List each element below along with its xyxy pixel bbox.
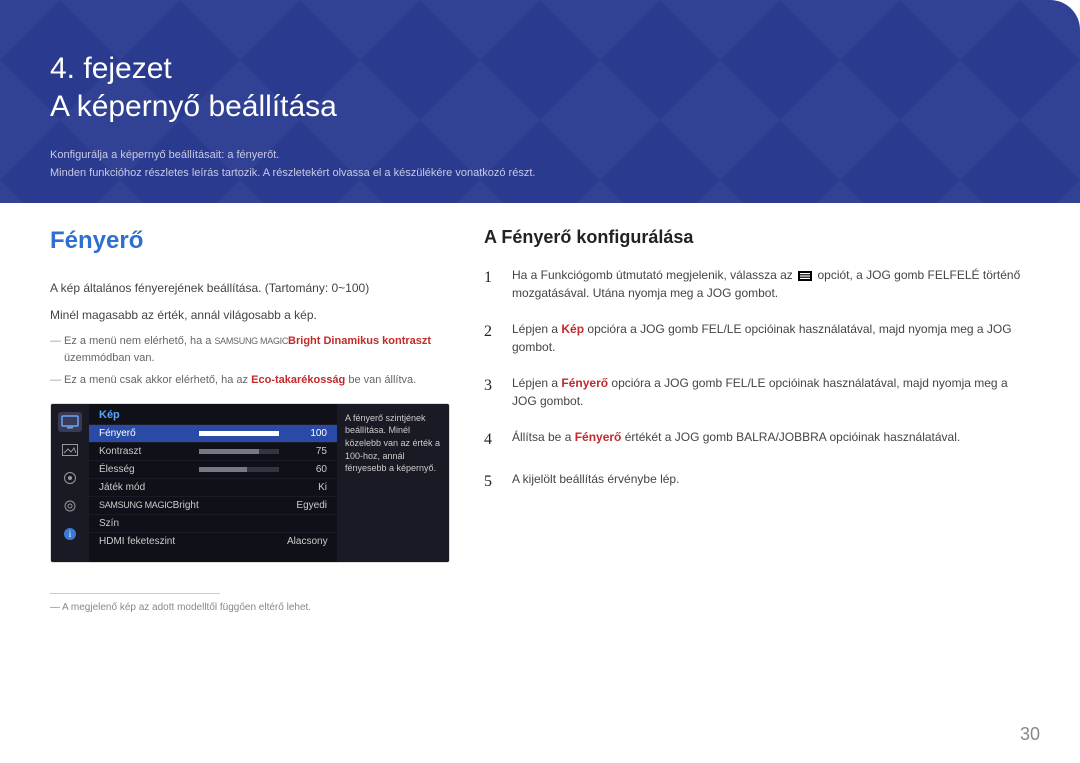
step-emphasis: Kép [561, 322, 584, 336]
note-magicbright: Ez a menü nem elérhető, ha a SAMSUNG MAG… [50, 333, 450, 366]
step-text: Lépjen a Fényerő opcióra a JOG gomb FEL/… [512, 374, 1030, 410]
osd-slider [199, 449, 279, 454]
osd-row: SAMSUNG MAGICBrightEgyedi [89, 496, 337, 514]
target-icon [58, 468, 82, 488]
steps-list: 1 Ha a Funkciógomb útmutató megjelenik, v… [484, 266, 1030, 494]
osd-screenshot: i Kép Fényerő100Kontraszt75Élesség60Játé… [50, 403, 450, 563]
step-number: 5 [484, 470, 498, 494]
osd-row: HDMI feketeszintAlacsony [89, 532, 337, 550]
menu-icon [798, 271, 812, 281]
step-number: 3 [484, 374, 498, 410]
osd-help-text: A fényerő szintjének beállítása. Minél k… [337, 404, 449, 562]
osd-row: Szín [89, 514, 337, 532]
step-4: 4 Állítsa be a Fényerő értékét a JOG gomb… [484, 428, 1030, 452]
page-number: 30 [1020, 724, 1040, 745]
osd-row: Játék módKi [89, 478, 337, 496]
step-2: 2 Lépjen a Kép opcióra a JOG gomb FEL/LE … [484, 320, 1030, 356]
main-content: Fényerő A kép általános fényerejének beá… [0, 203, 1080, 613]
chapter-number: 4. fejezet [50, 52, 172, 85]
osd-row-label: HDMI feketeszint [99, 536, 287, 547]
note-eco: Ez a menü csak akkor elérhető, ha az Eco… [50, 372, 450, 389]
step-number: 2 [484, 320, 498, 356]
step-emphasis: Fényerő [575, 430, 622, 444]
gear-icon [58, 496, 82, 516]
brightness-desc-1: A kép általános fényerejének beállítása.… [50, 279, 450, 298]
osd-menu: Kép Fényerő100Kontraszt75Élesség60Játék … [89, 404, 337, 562]
osd-row-label: SAMSUNG MAGICBright [99, 500, 287, 511]
osd-row: Fényerő 100 [89, 424, 337, 442]
osd-row-label: Szín [99, 518, 287, 529]
osd-row-label: Kontraszt [99, 446, 199, 457]
brightness-desc-2: Minél magasabb az érték, annál világosab… [50, 306, 450, 325]
footnote-divider [50, 593, 220, 594]
step-text: A kijelölt beállítás érvénybe lép. [512, 470, 1030, 494]
chapter-title: 4. fejezet A képernyő beállítása [50, 50, 1030, 125]
right-column: A Fényerő konfigurálása 1 Ha a Funkciógom… [484, 227, 1030, 613]
chapter-banner: 4. fejezet A képernyő beállítása Konfigu… [0, 0, 1080, 203]
step-number: 1 [484, 266, 498, 302]
step-emphasis: Fényerő [561, 376, 608, 390]
footnote-model: A megjelenő kép az adott modelltől függő… [50, 602, 450, 613]
left-column: Fényerő A kép általános fényerejének beá… [50, 227, 450, 613]
osd-row-value: 75 [287, 446, 327, 457]
osd-row-value: Alacsony [287, 536, 327, 547]
picture-icon [58, 440, 82, 460]
section-title-config: A Fényerő konfigurálása [484, 227, 1030, 248]
osd-row: Élesség 60 [89, 460, 337, 478]
banner-sub2: Minden funkcióhoz részletes leírás tarto… [50, 167, 1030, 179]
magicbright-emphasis: Bright Dinamikus kontraszt [288, 335, 431, 347]
monitor-icon [58, 412, 82, 432]
osd-row-value: 100 [287, 428, 327, 439]
chapter-heading: A képernyő beállítása [50, 88, 1030, 126]
osd-slider [199, 467, 279, 472]
step-3: 3 Lépjen a Fényerő opcióra a JOG gomb FEL… [484, 374, 1030, 410]
info-icon: i [58, 524, 82, 544]
osd-row-value: 60 [287, 464, 327, 475]
osd-sidebar: i [51, 404, 89, 562]
section-title-brightness: Fényerő [50, 227, 450, 255]
osd-row-label: Élesség [99, 464, 199, 475]
osd-row-value: Egyedi [287, 500, 327, 511]
step-5: 5 A kijelölt beállítás érvénybe lép. [484, 470, 1030, 494]
osd-row: Kontraszt 75 [89, 442, 337, 460]
osd-row-value: Ki [287, 482, 327, 493]
osd-slider [199, 431, 279, 436]
step-text: Ha a Funkciógomb útmutató megjelenik, vá… [512, 266, 1030, 302]
eco-emphasis: Eco-takarékosság [251, 374, 345, 386]
osd-tab-kep: Kép [89, 404, 337, 424]
step-number: 4 [484, 428, 498, 452]
step-text: Állítsa be a Fényerő értékét a JOG gomb … [512, 428, 1030, 452]
step-1: 1 Ha a Funkciógomb útmutató megjelenik, v… [484, 266, 1030, 302]
samsung-magic-label: SAMSUNG MAGIC [214, 336, 288, 346]
osd-row-label: Fényerő [99, 428, 199, 439]
banner-sub1: Konfigurálja a képernyő beállításait: a … [50, 149, 1030, 161]
step-text: Lépjen a Kép opcióra a JOG gomb FEL/LE o… [512, 320, 1030, 356]
osd-row-label: Játék mód [99, 482, 287, 493]
